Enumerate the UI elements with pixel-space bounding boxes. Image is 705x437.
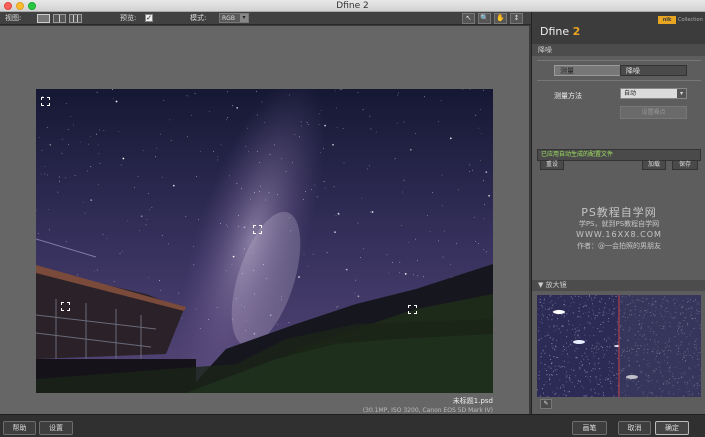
image-metadata: (30.1MP, ISO 3200, Canon EOS 5D Mark IV) <box>362 407 493 414</box>
side-by-side-view-button[interactable] <box>69 14 82 23</box>
mode-select[interactable]: RGB ▾ <box>219 13 249 23</box>
ok-button[interactable]: 确定 <box>655 421 689 435</box>
preview-canvas[interactable]: 未标题1.psd (30.1MP, ISO 3200, Canon EOS 5D… <box>0 26 529 414</box>
brand-header: Dfine 2 nik Collection <box>532 12 705 44</box>
single-view-button[interactable] <box>37 14 50 23</box>
watermark-line: WWW.16XX8.COM <box>576 230 662 239</box>
loupe-noise-image <box>537 295 701 397</box>
cancel-button[interactable]: 取消 <box>618 421 651 435</box>
zoom-tool-icon[interactable]: 🔍 <box>478 13 491 24</box>
method-label: 测量方法 <box>554 92 582 100</box>
nik-logo: nik <box>658 16 676 24</box>
file-name: 未标题1.psd <box>452 397 493 405</box>
collection-label: Collection <box>678 17 703 23</box>
watermark-line: PS教程自学网 <box>581 206 657 219</box>
tab-measure[interactable]: 测量 <box>554 65 621 76</box>
pointer-tool-icon[interactable]: ↖ <box>462 13 475 24</box>
loupe-pin-icon[interactable]: ✎ <box>540 399 552 409</box>
load-button[interactable]: 加载 <box>642 160 666 170</box>
watermark-line: 作者：@一会拍照的男朋友 <box>577 242 661 250</box>
control-point-marker[interactable] <box>253 225 262 234</box>
fit-tool-icon[interactable]: ↕ <box>510 13 523 24</box>
reset-button[interactable]: 重设 <box>540 160 564 170</box>
mode-value: RGB <box>222 15 235 22</box>
loupe-header[interactable]: ▼ 放大镜 <box>532 280 705 291</box>
tab-noise-reduction[interactable]: 降噪 <box>620 65 687 76</box>
app-brand: Dfine 2 <box>540 25 580 38</box>
help-button[interactable]: 帮助 <box>3 421 36 435</box>
preview-label: 预览: <box>120 14 137 22</box>
save-button[interactable]: 保存 <box>672 160 698 170</box>
night-sky-photo <box>36 89 493 393</box>
brand-name: Dfine <box>540 25 573 38</box>
edit-noise-button[interactable]: 设置噪点 <box>620 106 687 119</box>
control-point-marker[interactable] <box>41 97 50 106</box>
side-by-side-icon-2 <box>77 15 78 22</box>
control-point-marker[interactable] <box>61 302 70 311</box>
brush-button[interactable]: 画笔 <box>572 421 607 435</box>
side-panel: Dfine 2 nik Collection 降噪 测量 降噪 测量方法 自动 … <box>531 12 705 414</box>
preview-checkbox[interactable]: ✓ <box>145 14 153 22</box>
toolbar: 视图: 预览: ✓ 模式: RGB ▾ ↖ 🔍 ✋ ↕ <box>0 12 531 25</box>
mode-label: 模式: <box>190 14 207 22</box>
divider <box>537 60 701 61</box>
chevron-down-icon: ▾ <box>677 89 686 98</box>
watermark-line: 学PS，就到PS教程自学网 <box>578 220 660 228</box>
control-point-marker[interactable] <box>408 305 417 314</box>
view-label: 视图: <box>5 14 22 22</box>
preview-image[interactable] <box>36 89 493 393</box>
window-title: Dfine 2 <box>336 1 369 11</box>
chevron-down-icon: ▾ <box>240 14 248 22</box>
loupe-preview[interactable] <box>537 295 701 397</box>
divider <box>537 80 701 81</box>
title-bar: Dfine 2 <box>0 0 705 12</box>
method-value: 自动 <box>624 90 637 97</box>
split-view-button[interactable] <box>53 14 66 23</box>
method-select[interactable]: 自动 ▾ <box>620 88 687 99</box>
section-header[interactable]: 降噪 <box>532 44 705 56</box>
split-view-icon <box>59 15 60 22</box>
side-by-side-icon <box>73 15 74 22</box>
bottom-bar: 帮助 设置 画笔 取消 确定 <box>0 414 705 437</box>
settings-button[interactable]: 设置 <box>39 421 73 435</box>
brand-version: 2 <box>572 25 581 38</box>
hand-tool-icon[interactable]: ✋ <box>494 13 507 24</box>
